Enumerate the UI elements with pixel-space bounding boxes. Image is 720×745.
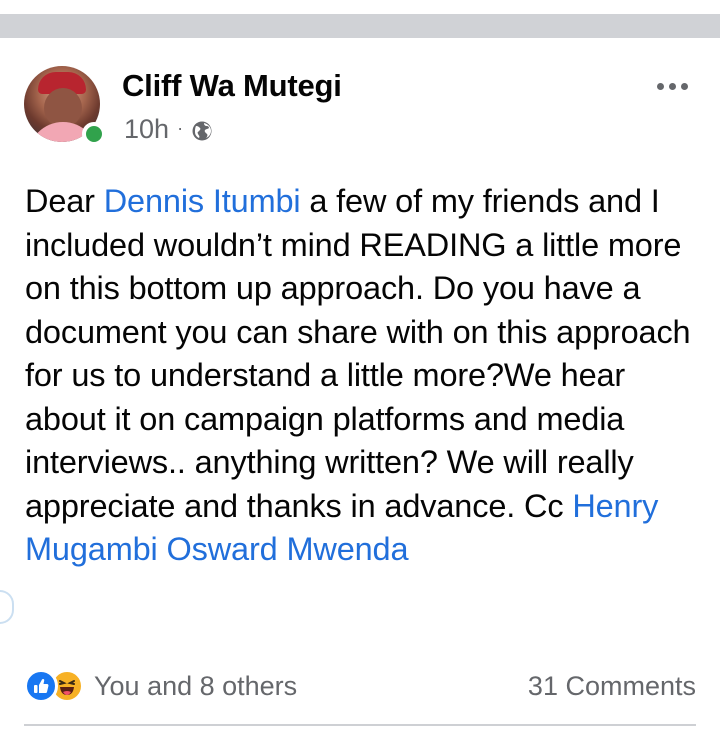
post-time[interactable]: 10h (124, 114, 169, 145)
mention-dennis-itumbi[interactable]: Dennis Itumbi (104, 183, 301, 219)
like-icon (24, 669, 58, 703)
meta-separator: · (177, 117, 184, 138)
post-meta: 10h · (124, 114, 213, 144)
post-header: Cliff Wa Mutegi 10h · (24, 62, 696, 146)
globe-icon (191, 118, 213, 141)
reactions-summary[interactable]: You and 8 others (24, 669, 297, 703)
scroll-edge-indicator (0, 590, 14, 624)
reactions-text: You and 8 others (94, 670, 298, 701)
top-divider (0, 14, 720, 38)
footer-divider (24, 724, 696, 726)
post-card: Cliff Wa Mutegi 10h · Dear Dennis Itumbi… (0, 38, 720, 745)
body-text-1: Dear (25, 183, 104, 219)
more-options-icon[interactable] (650, 76, 694, 96)
author-name[interactable]: Cliff Wa Mutegi (122, 68, 342, 104)
post-body: Dear Dennis Itumbi a few of my friends a… (25, 180, 701, 572)
body-text-2: a few of my friends and I included would… (25, 183, 691, 524)
online-status-indicator (82, 122, 106, 146)
comments-count[interactable]: 31 Comments (528, 671, 696, 702)
post-footer: You and 8 others 31 Comments (24, 666, 696, 706)
reaction-icons (24, 669, 84, 703)
